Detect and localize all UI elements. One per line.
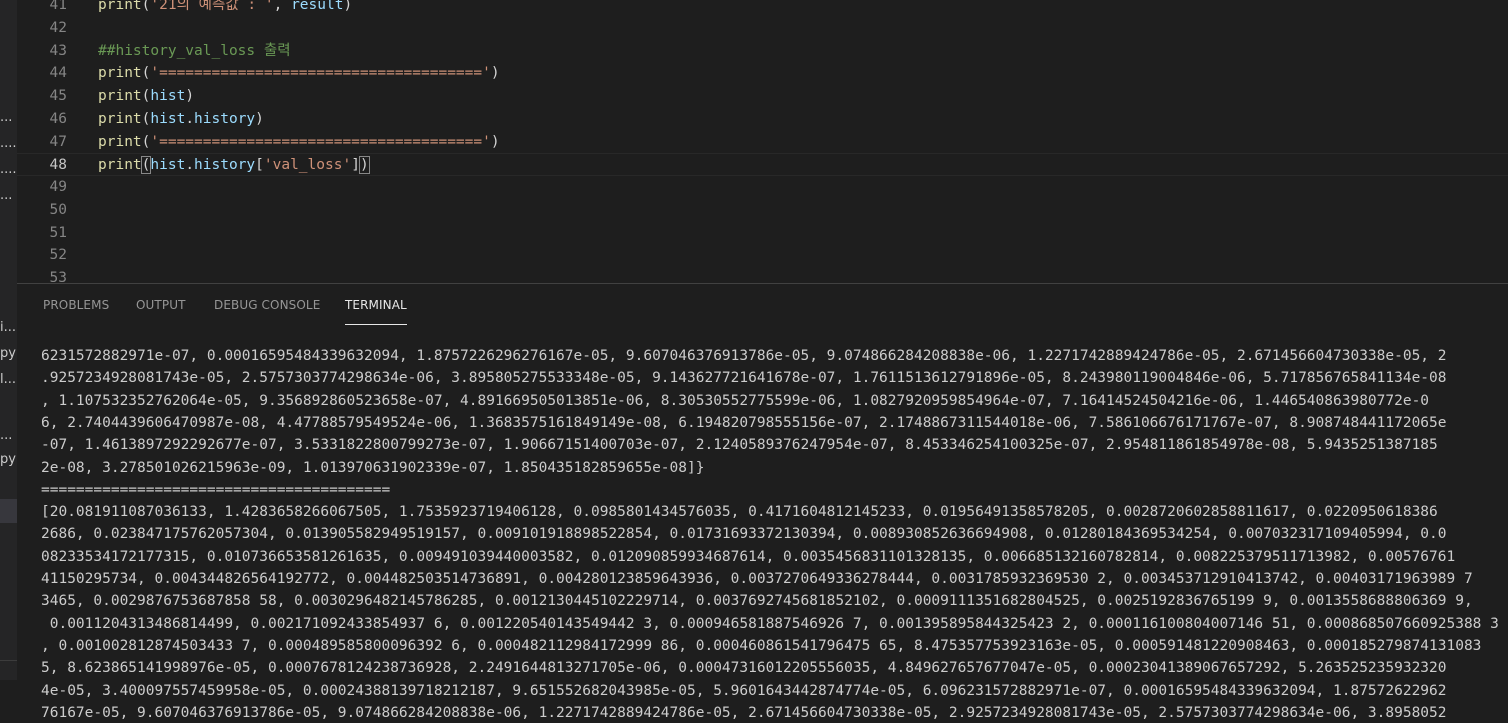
code-token: history (194, 157, 256, 174)
code-token: print (98, 133, 142, 150)
code-token: ) (358, 156, 370, 175)
sidebar-item[interactable]: ... (0, 108, 17, 128)
bottom-panel: PROBLEMS OUTPUT DEBUG CONSOLE TERMINAL 6… (17, 283, 1508, 721)
sidebar-item[interactable]: ... (0, 426, 17, 446)
line-number: 51 (49, 224, 67, 241)
code-token: ) (490, 133, 500, 150)
line-number: 44 (49, 65, 67, 82)
terminal-line: , 1.107532352762064e-05, 9.3568928605236… (41, 392, 1430, 409)
terminal-line: .9257234928081743e-05, 2.575730377429863… (41, 370, 1447, 387)
line-number: 49 (49, 179, 67, 195)
code-line[interactable]: 46 print(hist.history) (17, 108, 1508, 131)
sidebar-item[interactable]: i... (0, 318, 17, 338)
sidebar-item[interactable]: py (0, 344, 17, 364)
tab-problems[interactable]: PROBLEMS (43, 296, 109, 324)
code-token: '21의 예측값 : ' (150, 0, 274, 13)
terminal-line: -07, 1.4613897292292677e-07, 3.533182280… (41, 437, 1438, 454)
code-line[interactable]: 43 ##history_val_loss 출력 (17, 40, 1508, 63)
code-token: . (185, 110, 195, 127)
code-token: print (98, 0, 142, 13)
terminal-line: 76167e-05, 9.607046376913786e-05, 9.0748… (41, 704, 1447, 721)
code-line[interactable]: 53 (17, 267, 1508, 283)
tab-terminal[interactable]: TERMINAL (345, 296, 407, 325)
code-token: print (98, 157, 142, 174)
code-line[interactable]: 49 (17, 176, 1508, 199)
terminal-line: 5, 8.623865141998976e-05, 0.000767812423… (41, 660, 1447, 677)
code-text: print('=================================… (98, 131, 500, 154)
code-token: hist (150, 88, 186, 104)
code-token: ) (185, 88, 195, 104)
terminal-line: , 0.001002812874503433 7, 0.000489585800… (41, 637, 1482, 654)
tab-debug-console[interactable]: DEBUG CONSOLE (214, 296, 320, 324)
terminal-line: [20.081911087036133, 1.4283658266067505,… (41, 504, 1438, 521)
code-line[interactable]: 47 print('===============================… (17, 131, 1508, 154)
code-text: print(hist) (98, 85, 194, 108)
code-token: ) (343, 0, 353, 13)
tab-output[interactable]: OUTPUT (136, 296, 186, 324)
line-number: 41 (49, 0, 67, 13)
code-text: print('=================================… (98, 62, 500, 85)
line-number: 53 (49, 270, 67, 283)
sidebar-item[interactable]: ... (0, 186, 17, 206)
code-token: print (98, 110, 142, 127)
sidebar-item[interactable]: l... (0, 370, 17, 390)
code-token: . (185, 157, 195, 174)
code-text: print(hist.history) (98, 108, 264, 131)
code-line[interactable]: 52 (17, 244, 1508, 267)
code-line[interactable]: 42 (17, 17, 1508, 40)
line-number: 50 (49, 201, 67, 218)
code-token: '=====================================' (150, 133, 491, 150)
line-number: 45 (49, 88, 67, 104)
code-line[interactable]: 44 print('===============================… (17, 62, 1508, 85)
code-text: ##history_val_loss 출력 (98, 40, 291, 63)
code-token: , (273, 0, 292, 13)
sidebar-item[interactable]: py (0, 450, 17, 470)
sidebar-item[interactable]: .... (0, 134, 17, 154)
sidebar-item[interactable]: .... (0, 160, 17, 180)
code-line[interactable]: 51 (17, 222, 1508, 245)
explorer-sidebar: ... .... .... ... i... py l... ... py (0, 0, 17, 680)
code-text: print('21의 예측값 : ', result) (98, 0, 352, 17)
terminal-line: 6, 2.7404439606470987e-08, 4.47788579549… (41, 414, 1447, 431)
line-number: 52 (49, 247, 67, 264)
line-number: 47 (49, 133, 67, 150)
code-token: '=====================================' (150, 65, 491, 82)
code-token: [ (255, 157, 264, 174)
code-token: hist (150, 110, 186, 127)
line-number: 43 (49, 42, 67, 59)
line-number: 48 (49, 157, 67, 174)
code-token: print (98, 88, 142, 104)
code-line[interactable]: 48 print(hist.history['val_loss']) (17, 153, 1508, 177)
code-token: ) (255, 110, 264, 127)
code-line[interactable]: 50 (17, 199, 1508, 222)
code-line[interactable]: 41 print('21의 예측값 : ', result) (17, 0, 1508, 17)
terminal-line: 3465, 0.0029876753687858 58, 0.003029648… (41, 593, 1473, 610)
code-token: 'val_loss' (263, 157, 352, 174)
terminal-line: 41150295734, 0.004344826564192772, 0.004… (41, 571, 1473, 587)
code-text: print(hist.history['val_loss']) (98, 154, 370, 177)
code-editor[interactable]: 41 print('21의 예측값 : ', result) 42 43 ##histo… (17, 0, 1508, 283)
code-token: history (194, 110, 256, 127)
terminal-line: 0.0011204313486814499, 0.002171092433854… (41, 615, 1499, 632)
code-token: ] (351, 157, 360, 174)
terminal-line: 2686, 0.023847175762057304, 0.0139055829… (41, 526, 1447, 543)
line-number: 42 (49, 19, 67, 36)
code-line[interactable]: 45 print(hist) (17, 85, 1508, 108)
sidebar-selected-row (0, 499, 17, 523)
terminal-line: 6231572882971e-07, 0.0001659548433963209… (41, 348, 1447, 364)
sidebar-divider (0, 660, 17, 661)
code-token: ) (490, 65, 500, 82)
terminal-line: 08233534172177315, 0.010736653581261635,… (41, 548, 1456, 565)
code-token: hist (150, 157, 186, 174)
code-token: ##history_val_loss 출력 (98, 42, 291, 59)
terminal-line: 4e-05, 3.400097557459958e-05, 0.00024388… (41, 682, 1447, 699)
code-token: result (291, 0, 344, 13)
terminal-line: 2e-08, 3.278501026215963e-09, 1.01397063… (41, 459, 705, 476)
code-token: print (98, 65, 142, 82)
terminal-line: ======================================== (41, 481, 391, 498)
line-number: 46 (49, 110, 67, 127)
